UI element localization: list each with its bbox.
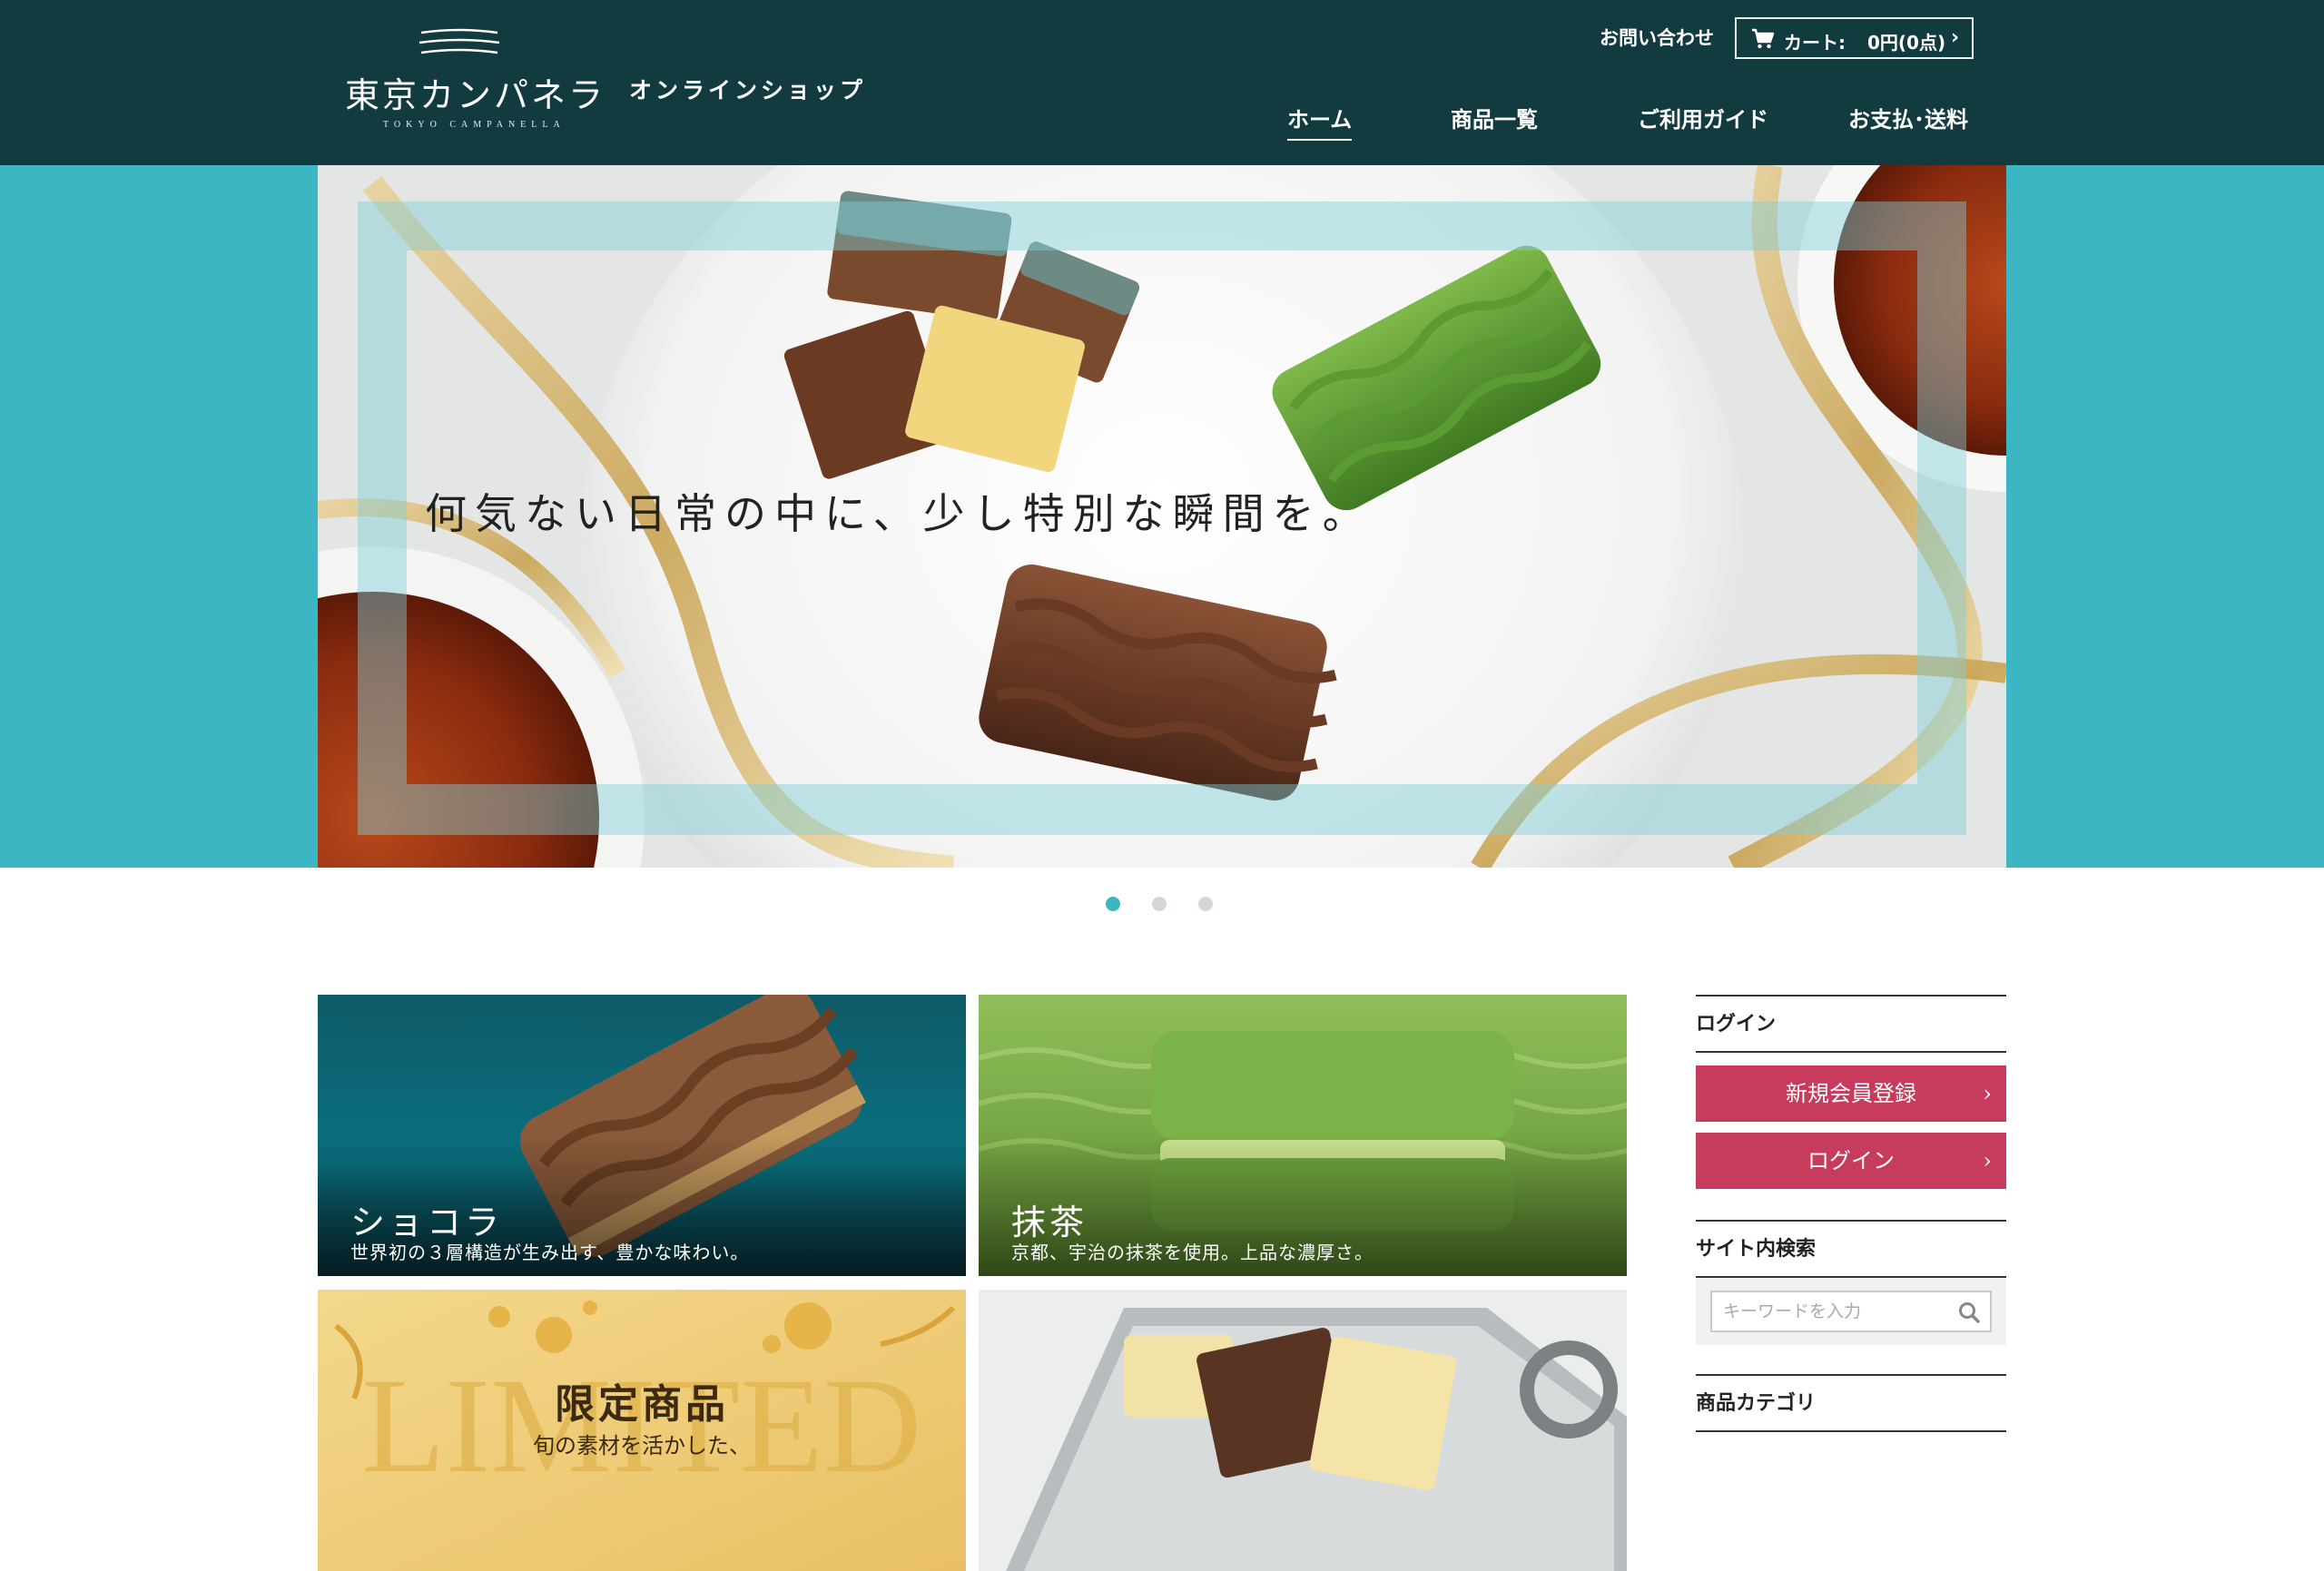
tile-description: 京都、宇治の抹茶を使用。上品な濃厚さ。 bbox=[1011, 1242, 1374, 1263]
search-heading: サイト内検索 bbox=[1696, 1220, 2006, 1278]
slider-dot-2[interactable] bbox=[1152, 897, 1167, 911]
chevron-right-icon: › bbox=[1951, 26, 1960, 49]
login-button-label: ログイン bbox=[1807, 1148, 1895, 1173]
search-box bbox=[1710, 1291, 1992, 1332]
category-tile-limited[interactable]: LIMITED 限定商品 旬の素材を活かした、 bbox=[318, 1290, 966, 1571]
tile-description: 世界初の３層構造が生み出す、豊かな味わい。 bbox=[350, 1242, 750, 1263]
chevron-right-icon: › bbox=[1983, 1081, 1992, 1106]
login-button[interactable]: ログイン › bbox=[1696, 1133, 2006, 1189]
register-button[interactable]: 新規会員登録 › bbox=[1696, 1065, 2006, 1122]
contact-link[interactable]: お問い合わせ bbox=[1600, 24, 1714, 51]
slider-dot-1[interactable] bbox=[1106, 897, 1120, 911]
tile-description: 旬の素材を活かした、 bbox=[533, 1433, 751, 1458]
tile-title: ショコラ bbox=[350, 1203, 504, 1242]
category-heading: 商品カテゴリ bbox=[1696, 1374, 2006, 1432]
site-logo[interactable]: 東京カンパネラ TOKYO CAMPANELLA bbox=[345, 27, 603, 136]
cart-amount: 0円(0点) bbox=[1867, 32, 1946, 54]
nav-payment-shipping[interactable]: お支払･送料 bbox=[1848, 102, 1968, 133]
site-header: 東京カンパネラ TOKYO CAMPANELLA オンラインショップ お問い合わ… bbox=[0, 0, 2324, 165]
hero-slider[interactable]: 何気ない日常の中に、少し特別な瞬間を。 bbox=[318, 165, 2006, 868]
logo-text: 東京カンパネラ bbox=[345, 75, 606, 115]
slider-dots bbox=[1106, 897, 1215, 915]
cart-label: カート: bbox=[1784, 32, 1846, 54]
logo-waves-icon bbox=[419, 28, 500, 54]
login-heading: ログイン bbox=[1696, 995, 2006, 1053]
hero-copy: 何気ない日常の中に、少し特別な瞬間を。 bbox=[425, 489, 1373, 538]
nav-guide[interactable]: ご利用ガイド bbox=[1638, 102, 1768, 133]
register-button-label: 新規会員登録 bbox=[1786, 1081, 1916, 1106]
shop-label: オンラインショップ bbox=[629, 77, 867, 103]
slider-dot-3[interactable] bbox=[1198, 897, 1213, 911]
logo-subtext: TOKYO CAMPANELLA bbox=[383, 120, 566, 130]
category-tile-chocolat[interactable]: ショコラ 世界初の３層構造が生み出す、豊かな味わい。 bbox=[318, 995, 966, 1276]
nav-products[interactable]: 商品一覧 bbox=[1451, 102, 1538, 133]
search-icon[interactable] bbox=[1957, 1301, 1981, 1324]
category-tile-matcha[interactable]: 抹茶 京都、宇治の抹茶を使用。上品な濃厚さ。 bbox=[979, 995, 1627, 1276]
cart-icon bbox=[1752, 28, 1775, 49]
tile-title: 抹茶 bbox=[1011, 1203, 1088, 1242]
assortment-image bbox=[979, 1290, 1627, 1571]
chevron-right-icon: › bbox=[1983, 1148, 1992, 1173]
tile-title: 限定商品 bbox=[555, 1381, 729, 1428]
search-input[interactable] bbox=[1712, 1292, 1948, 1330]
nav-home[interactable]: ホーム bbox=[1287, 102, 1353, 141]
category-tile-assortment[interactable] bbox=[979, 1290, 1627, 1571]
cart-button[interactable]: カート: 0円(0点) › bbox=[1735, 17, 1974, 59]
